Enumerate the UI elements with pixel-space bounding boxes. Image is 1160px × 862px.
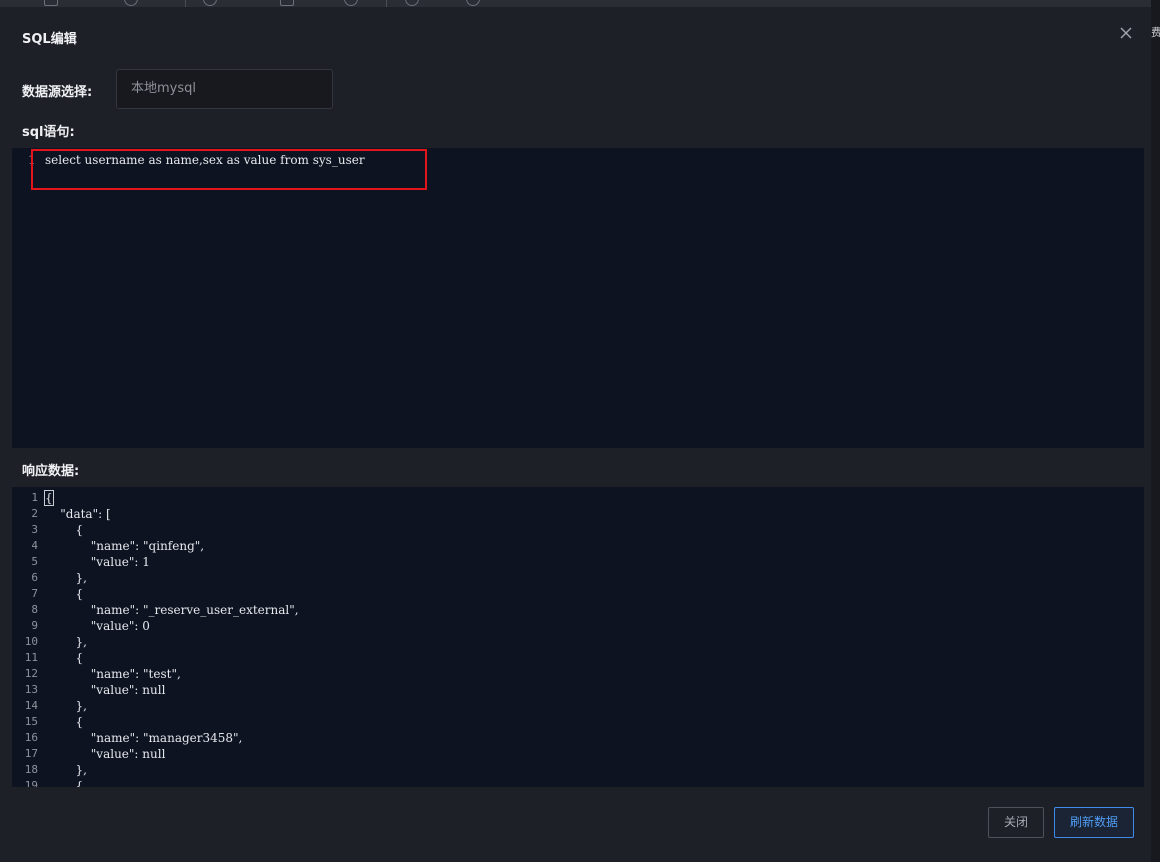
toolbar-divider: [185, 0, 186, 7]
line-number: 1: [31, 491, 38, 504]
line-number: 2: [31, 507, 38, 520]
sql-label: sql语句:: [22, 125, 75, 140]
code-line: 8 "name": "_reserve_user_external",: [12, 603, 1144, 619]
line-number: 14: [24, 699, 38, 712]
refresh-data-button[interactable]: 刷新数据: [1054, 807, 1134, 838]
line-number: 15: [24, 715, 38, 728]
code-text: },: [45, 763, 87, 777]
code-line: 1{: [12, 490, 1144, 507]
line-number: 3: [31, 523, 38, 536]
toolbar-icon[interactable]: [466, 0, 480, 6]
highlight-annotation: [31, 149, 427, 190]
code-line: 15 {: [12, 715, 1144, 731]
code-line: 5 "value": 1: [12, 555, 1144, 571]
line-number: 13: [24, 683, 38, 696]
code-line: 4 "name": "qinfeng",: [12, 539, 1144, 555]
line-number: 18: [24, 763, 38, 776]
code-line: 19 {: [12, 779, 1144, 787]
line-number: 8: [31, 603, 38, 616]
code-text: "name": "manager3458",: [45, 731, 243, 745]
datasource-select[interactable]: 本地mysql: [116, 69, 333, 109]
line-number: 6: [31, 571, 38, 584]
edge-text: 费: [1151, 26, 1160, 39]
line-number: 5: [31, 555, 38, 568]
line-number: 12: [24, 667, 38, 680]
code-text: "value": 1: [45, 555, 150, 569]
code-text: },: [45, 635, 87, 649]
code-line: 6 },: [12, 571, 1144, 587]
line-number: 17: [24, 747, 38, 760]
code-line: 3 {: [12, 523, 1144, 539]
code-text: "value": null: [45, 747, 166, 761]
response-label: 响应数据:: [22, 464, 80, 479]
code-text: "value": 0: [45, 619, 150, 633]
code-text: {: [45, 523, 84, 537]
toolbar-icon[interactable]: [280, 0, 294, 6]
code-text: "value": null: [45, 683, 166, 697]
code-text: {: [44, 490, 54, 506]
code-text: {: [45, 715, 84, 729]
code-line: 2 "data": [: [12, 507, 1144, 523]
code-line: 17 "value": null: [12, 747, 1144, 763]
code-text: "name": "qinfeng",: [45, 539, 205, 553]
code-line: 13 "value": null: [12, 683, 1144, 699]
code-text: "name": "_reserve_user_external",: [45, 603, 299, 617]
top-toolbar: [0, 0, 1160, 7]
code-text: },: [45, 571, 87, 585]
line-number: 9: [31, 619, 38, 632]
code-text: },: [45, 699, 87, 713]
toolbar-icon[interactable]: [203, 0, 217, 6]
toolbar-icon[interactable]: [405, 0, 419, 6]
code-text: {: [45, 779, 84, 787]
response-editor[interactable]: 1{2 "data": [3 {4 "name": "qinfeng", 5 "v…: [12, 487, 1144, 787]
line-number: 10: [24, 635, 38, 648]
code-line: 10 },: [12, 635, 1144, 651]
line-number: 11: [24, 651, 38, 664]
sql-edit-dialog: SQL编辑 数据源选择: 本地mysql sql语句: 1 select use…: [0, 7, 1151, 862]
code-line: 16 "name": "manager3458",: [12, 731, 1144, 747]
code-line: 18 },: [12, 763, 1144, 779]
code-line: 11 {: [12, 651, 1144, 667]
line-number: 7: [31, 587, 38, 600]
line-number: 16: [24, 731, 38, 744]
code-text: "name": "test",: [45, 667, 181, 681]
toolbar-icon[interactable]: [124, 0, 138, 6]
code-line: 12 "name": "test",: [12, 667, 1144, 683]
close-button[interactable]: 关闭: [988, 807, 1044, 838]
sql-editor[interactable]: 1 select username as name,sex as value f…: [12, 148, 1144, 448]
close-icon[interactable]: [1117, 24, 1135, 42]
line-number: 4: [31, 539, 38, 552]
code-line: 9 "value": 0: [12, 619, 1144, 635]
code-text: "data": [: [45, 507, 111, 521]
code-text: {: [45, 651, 84, 665]
code-text: {: [45, 587, 84, 601]
toolbar-divider: [386, 0, 387, 7]
toolbar-icon[interactable]: [44, 0, 58, 6]
code-line: 14 },: [12, 699, 1144, 715]
code-line: 7 {: [12, 587, 1144, 603]
background-page-edge: 费: [1151, 0, 1160, 862]
dialog-title: SQL编辑: [22, 32, 77, 47]
toolbar-icon[interactable]: [344, 0, 358, 6]
line-number: 19: [24, 779, 38, 787]
datasource-label: 数据源选择:: [22, 85, 93, 100]
